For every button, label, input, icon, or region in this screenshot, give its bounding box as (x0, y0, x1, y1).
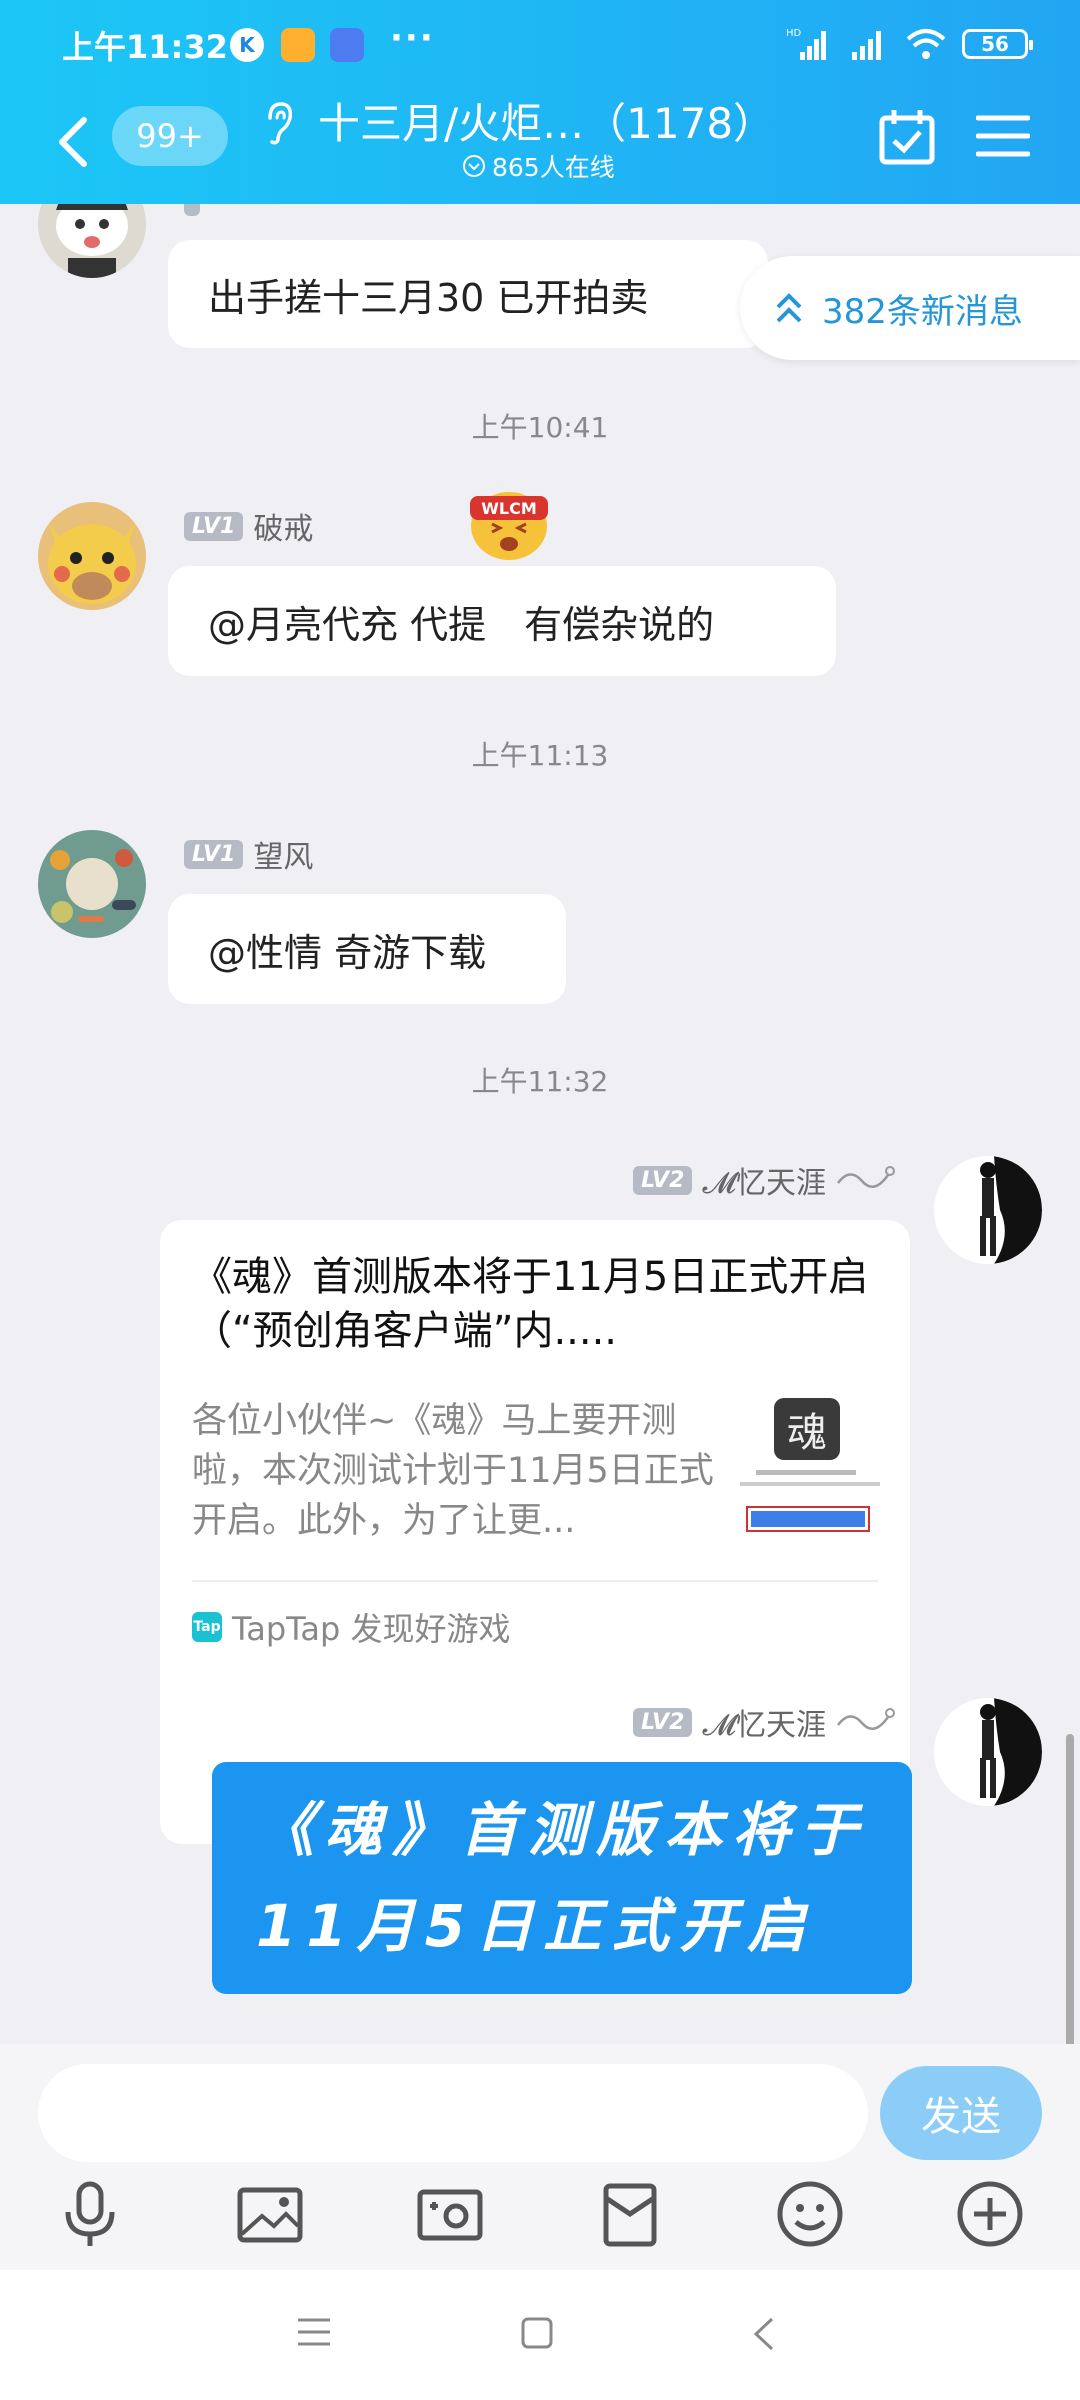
nav-back-icon[interactable] (752, 2316, 776, 2352)
send-button[interactable]: 发送 (880, 2066, 1042, 2160)
level-badge: LV2 (633, 1707, 693, 1737)
status-right: HD 56 (786, 24, 1033, 64)
avatar[interactable] (38, 502, 146, 610)
new-messages-button[interactable]: 382条新消息 (740, 256, 1080, 360)
timestamp: 上午11:32 (471, 1065, 609, 1098)
notification-icon (281, 28, 315, 62)
calendar-check-icon[interactable] (878, 108, 936, 166)
title-bar: 99+ 十三月/火炬…（1178） 865人在线 (0, 90, 1080, 204)
sender-name[interactable]: 望风 (253, 832, 313, 876)
status-time: 上午11:32 (62, 28, 228, 66)
input-bar: 发送 (0, 2044, 1080, 2270)
chat-header: 上午11:32 K ··· HD 56 99+ 十三月/火炬…（1178） 86… (0, 0, 1080, 204)
online-count-text: 865人在线 (492, 153, 615, 182)
chevron-circle-icon (463, 155, 485, 177)
message-input[interactable] (38, 2064, 868, 2162)
wave-flourish-icon (837, 1708, 895, 1730)
sender-info: LV2 𝓜忆天涯 (633, 1700, 896, 1744)
signal-icon (852, 31, 881, 60)
card-thumbnail: 魂 (736, 1394, 886, 1554)
game-logo: 魂 (774, 1398, 840, 1460)
shared-link-card[interactable]: 《魂》首测版本将于11月5日正式开启（“预创角客户端”内..... 各位小伙伴~… (160, 1220, 910, 1844)
chat-area[interactable]: 出手搓十三月30 已开拍卖 382条新消息 上午10:41 LV1 破戒 WLC… (0, 204, 1080, 2044)
avatar[interactable] (38, 204, 146, 278)
image-icon[interactable] (234, 2178, 306, 2250)
taptap-logo-icon: Tap (192, 1612, 222, 1642)
silhouette-avatar-icon (934, 1156, 1042, 1264)
card-source-label: TapTap 发现好游戏 (232, 1610, 511, 1648)
svg-text:HD: HD (786, 28, 802, 39)
online-count: 865人在线 (462, 148, 615, 184)
back-button[interactable] (50, 112, 98, 172)
card-divider (192, 1580, 878, 1582)
level-badge: LV1 (184, 511, 244, 541)
screen-icon (330, 28, 364, 62)
input-toolbar (0, 2178, 1080, 2258)
wlcm-sticker-icon: WLCM (470, 492, 548, 560)
double-chevron-up-icon (776, 293, 802, 323)
red-packet-icon[interactable] (594, 2178, 666, 2250)
card-source: Tap TapTap 发现好游戏 (192, 1604, 511, 1650)
image-message-bubble[interactable]: 《魂》首测版本将于 11月5日正式开启 (212, 1762, 912, 1994)
avatar[interactable] (934, 1156, 1042, 1264)
timestamp: 上午10:41 (471, 411, 609, 444)
recent-apps-icon[interactable] (296, 2316, 332, 2348)
status-bar: 上午11:32 K ··· HD 56 (0, 0, 1080, 90)
scrollbar[interactable] (1066, 1734, 1074, 2044)
card-title: 《魂》首测版本将于11月5日正式开启（“预创角客户端”内..... (192, 1254, 869, 1354)
level-badge: LV2 (633, 1165, 693, 1195)
ear-icon[interactable] (264, 100, 294, 146)
status-more-icon: ··· (390, 18, 435, 58)
timestamp: 上午11:13 (471, 739, 609, 772)
emoji-icon[interactable] (774, 2178, 846, 2250)
home-icon[interactable] (520, 2316, 554, 2350)
level-badge: LV1 (184, 839, 244, 869)
batman-avatar-icon (38, 204, 146, 278)
app-k-icon: K (230, 28, 264, 62)
plus-icon[interactable] (954, 2178, 1026, 2250)
menu-icon[interactable] (976, 112, 1030, 160)
wave-flourish-icon (837, 1166, 895, 1188)
sender-info: LV1 破戒 (184, 504, 313, 548)
mic-icon[interactable] (54, 2178, 126, 2250)
svg-text:WLCM: WLCM (481, 499, 537, 518)
battery-icon: 56 (962, 29, 1033, 59)
sender-name[interactable]: 𝓜忆天涯 (702, 1158, 826, 1202)
sender-name[interactable]: 𝓜忆天涯 (702, 1700, 826, 1744)
silhouette-avatar-icon (934, 1698, 1042, 1806)
new-messages-label: 382条新消息 (822, 291, 1023, 332)
sender-info: LV2 𝓜忆天涯 (633, 1158, 896, 1202)
sender-info: LV1 望风 (184, 832, 313, 876)
unread-badge[interactable]: 99+ (112, 106, 228, 166)
level-badge (184, 204, 200, 216)
avatar[interactable] (934, 1698, 1042, 1806)
sender-name[interactable]: 破戒 (253, 504, 313, 548)
food-avatar-icon (38, 830, 146, 938)
camera-icon[interactable] (414, 2178, 486, 2250)
message-bubble[interactable]: 出手搓十三月30 已开拍卖 (168, 240, 768, 348)
pikachu-avatar-icon (38, 502, 146, 610)
avatar[interactable] (38, 830, 146, 938)
card-description: 各位小伙伴~《魂》马上要开测啦，本次测试计划于11月5日正式开启。此外，为了让更… (192, 1401, 714, 1541)
message-bubble[interactable]: @月亮代充 代提 有偿杂说的 (168, 566, 836, 676)
signal-hd-icon: HD (786, 28, 826, 60)
message-bubble[interactable]: @性情 奇游下载 (168, 894, 566, 1004)
wifi-icon (906, 29, 946, 59)
group-title[interactable]: 十三月/火炬…（1178） (318, 90, 775, 151)
system-nav-bar (0, 2270, 1080, 2400)
